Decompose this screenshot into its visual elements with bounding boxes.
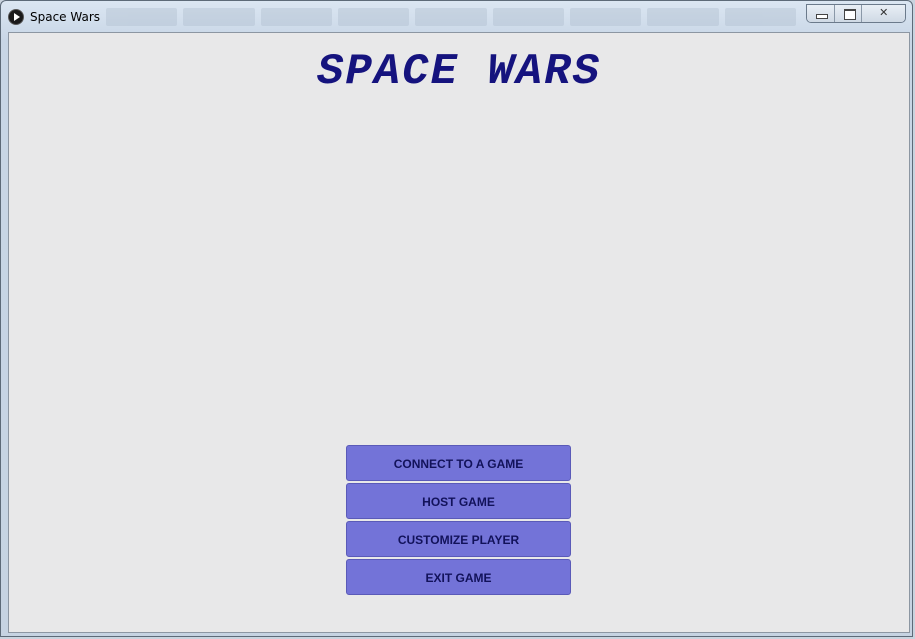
maximize-button[interactable] xyxy=(834,5,863,22)
close-icon: ✕ xyxy=(879,6,889,19)
title-bar[interactable]: Space Wars ✕ xyxy=(1,1,912,31)
game-title: SPACE WARS xyxy=(316,47,602,97)
game-panel: SPACE WARS CONNECT TO A GAME HOST GAME C… xyxy=(8,32,910,633)
host-game-button[interactable]: HOST GAME xyxy=(346,483,571,519)
maximize-icon xyxy=(843,9,856,20)
app-play-icon xyxy=(8,9,24,25)
connect-to-game-button[interactable]: CONNECT TO A GAME xyxy=(346,445,571,481)
exit-game-button[interactable]: EXIT GAME xyxy=(346,559,571,595)
minimize-button[interactable] xyxy=(807,5,835,22)
minimize-icon xyxy=(816,14,828,19)
background-taskbar-ghost xyxy=(106,8,796,26)
customize-player-button[interactable]: CUSTOMIZE PLAYER xyxy=(346,521,571,557)
main-menu: CONNECT TO A GAME HOST GAME CUSTOMIZE PL… xyxy=(346,445,571,597)
app-window: Space Wars ✕ SPACE WARS CONNECT TO A GAM… xyxy=(0,0,913,637)
window-controls: ✕ xyxy=(806,4,906,23)
window-title: Space Wars xyxy=(30,10,101,24)
close-button[interactable]: ✕ xyxy=(862,5,905,22)
